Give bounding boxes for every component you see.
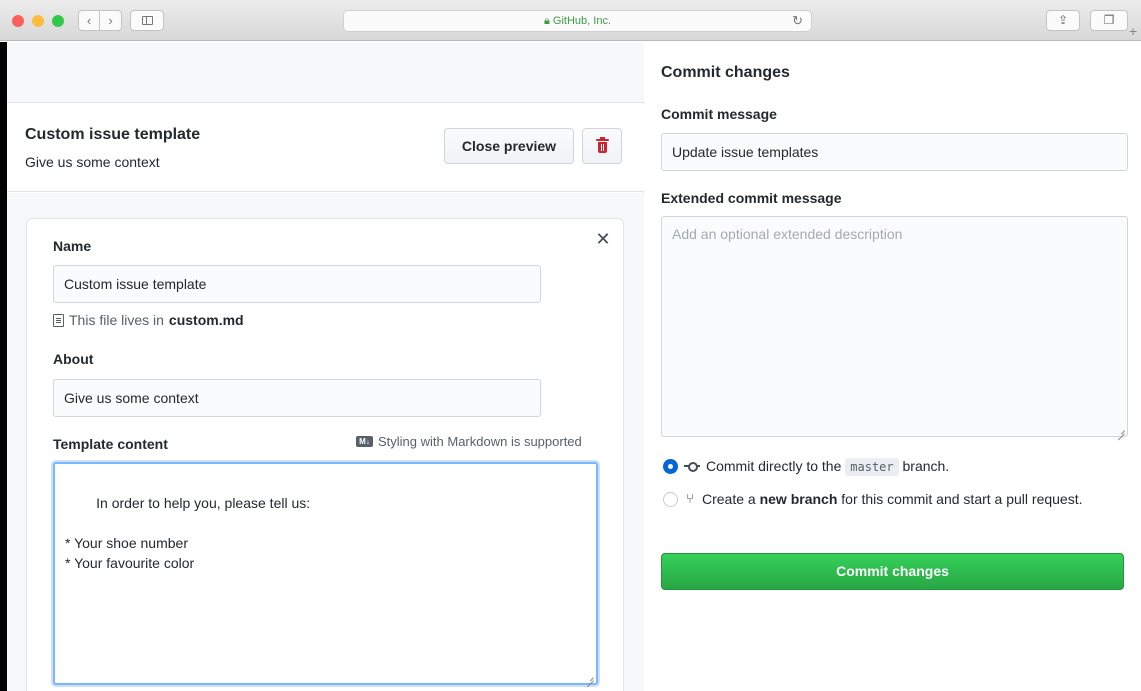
chevron-left-icon[interactable]: ‹ — [78, 10, 100, 31]
template-subtitle: Give us some context — [25, 154, 160, 170]
close-window-button[interactable] — [12, 15, 24, 27]
new-branch-suffix: for this commit and start a pull request… — [841, 491, 1083, 507]
template-title: Custom issue template — [25, 126, 201, 143]
new-branch-bold: new branch — [759, 491, 838, 507]
new-branch-text: Create a new branch for this commit and … — [702, 488, 1092, 510]
reload-icon[interactable]: ↻ — [792, 11, 803, 31]
resize-handle[interactable] — [1118, 427, 1125, 434]
commit-direct-text: Commit directly to the master branch. — [706, 455, 949, 478]
git-commit-icon — [684, 455, 700, 477]
about-label: About — [53, 351, 94, 367]
template-form-card: ✕ Name Custom issue template This file l… — [26, 218, 624, 691]
commit-section-title: Commit changes — [661, 64, 790, 81]
window-edge — [0, 42, 7, 691]
commit-changes-button[interactable]: Commit changes — [661, 553, 1124, 590]
template-content-label: Template content — [53, 436, 168, 452]
markdown-support-link[interactable]: M↓ Styling with Markdown is supported — [356, 434, 582, 449]
chevron-right-icon[interactable]: › — [100, 10, 122, 31]
extended-message-textarea[interactable]: Add an optional extended description — [661, 216, 1128, 437]
commit-message-label: Commit message — [661, 106, 777, 122]
template-form-area: ✕ Name Custom issue template This file l… — [7, 193, 644, 691]
template-editor-pane: Custom issue template Give us some conte… — [7, 42, 644, 691]
markdown-note-text: Styling with Markdown is supported — [378, 434, 582, 449]
new-branch-radio[interactable] — [663, 492, 678, 507]
file-icon — [53, 313, 64, 327]
file-name: custom.md — [168, 312, 244, 328]
browser-toolbar: ‹ › 🔒︎ GitHub, Inc. ↻ ⇪ ❐ + — [0, 0, 1141, 41]
lock-icon: 🔒︎ — [544, 15, 550, 27]
minimize-window-button[interactable] — [32, 15, 44, 27]
extended-message-label: Extended commit message — [661, 190, 842, 206]
resize-handle[interactable] — [587, 674, 594, 681]
commit-direct-option[interactable]: Commit directly to the master branch. — [663, 455, 949, 478]
template-content-text: In order to help you, please tell us: * … — [65, 495, 311, 571]
template-preview-header: Custom issue template Give us some conte… — [7, 104, 644, 192]
address-bar[interactable]: 🔒︎ GitHub, Inc. ↻ — [343, 10, 812, 32]
commit-direct-radio[interactable] — [663, 459, 678, 474]
new-tab-button[interactable]: + — [1129, 22, 1141, 41]
commit-message-input[interactable]: Update issue templates — [661, 133, 1128, 171]
editor-top-bar — [7, 42, 644, 103]
commit-pane: Commit changes Commit message Update iss… — [645, 42, 1141, 691]
sidebar-toggle-button[interactable] — [130, 10, 164, 31]
template-content-textarea[interactable]: In order to help you, please tell us: * … — [53, 462, 598, 685]
delete-template-button[interactable] — [582, 128, 622, 164]
commit-direct-suffix: branch. — [902, 458, 950, 474]
tabs-icon[interactable]: ❐ — [1090, 10, 1128, 31]
markdown-icon: M↓ — [356, 436, 373, 447]
address-text: GitHub, Inc. — [552, 15, 611, 27]
window-controls — [12, 15, 64, 27]
branch-name: master — [845, 458, 899, 476]
file-note-text: This file lives in — [69, 312, 164, 328]
new-branch-option[interactable]: ⑂ Create a new branch for this commit an… — [663, 488, 1093, 510]
close-icon[interactable]: ✕ — [595, 230, 611, 248]
file-location-note: This file lives in custom.md — [53, 312, 244, 328]
name-field[interactable]: Custom issue template — [53, 265, 541, 303]
name-label: Name — [53, 238, 92, 254]
extended-message-placeholder: Add an optional extended description — [672, 226, 903, 242]
pull-request-icon: ⑂ — [686, 491, 694, 506]
close-preview-button[interactable]: Close preview — [444, 128, 574, 164]
new-branch-prefix: Create a — [702, 491, 756, 507]
about-field[interactable]: Give us some context — [53, 379, 541, 417]
maximize-window-button[interactable] — [52, 15, 64, 27]
history-nav: ‹ › — [78, 10, 122, 31]
trash-icon — [596, 137, 609, 153]
commit-direct-prefix: Commit directly to the — [706, 458, 842, 474]
share-icon[interactable]: ⇪ — [1046, 10, 1080, 31]
sidebar-icon — [142, 16, 153, 25]
